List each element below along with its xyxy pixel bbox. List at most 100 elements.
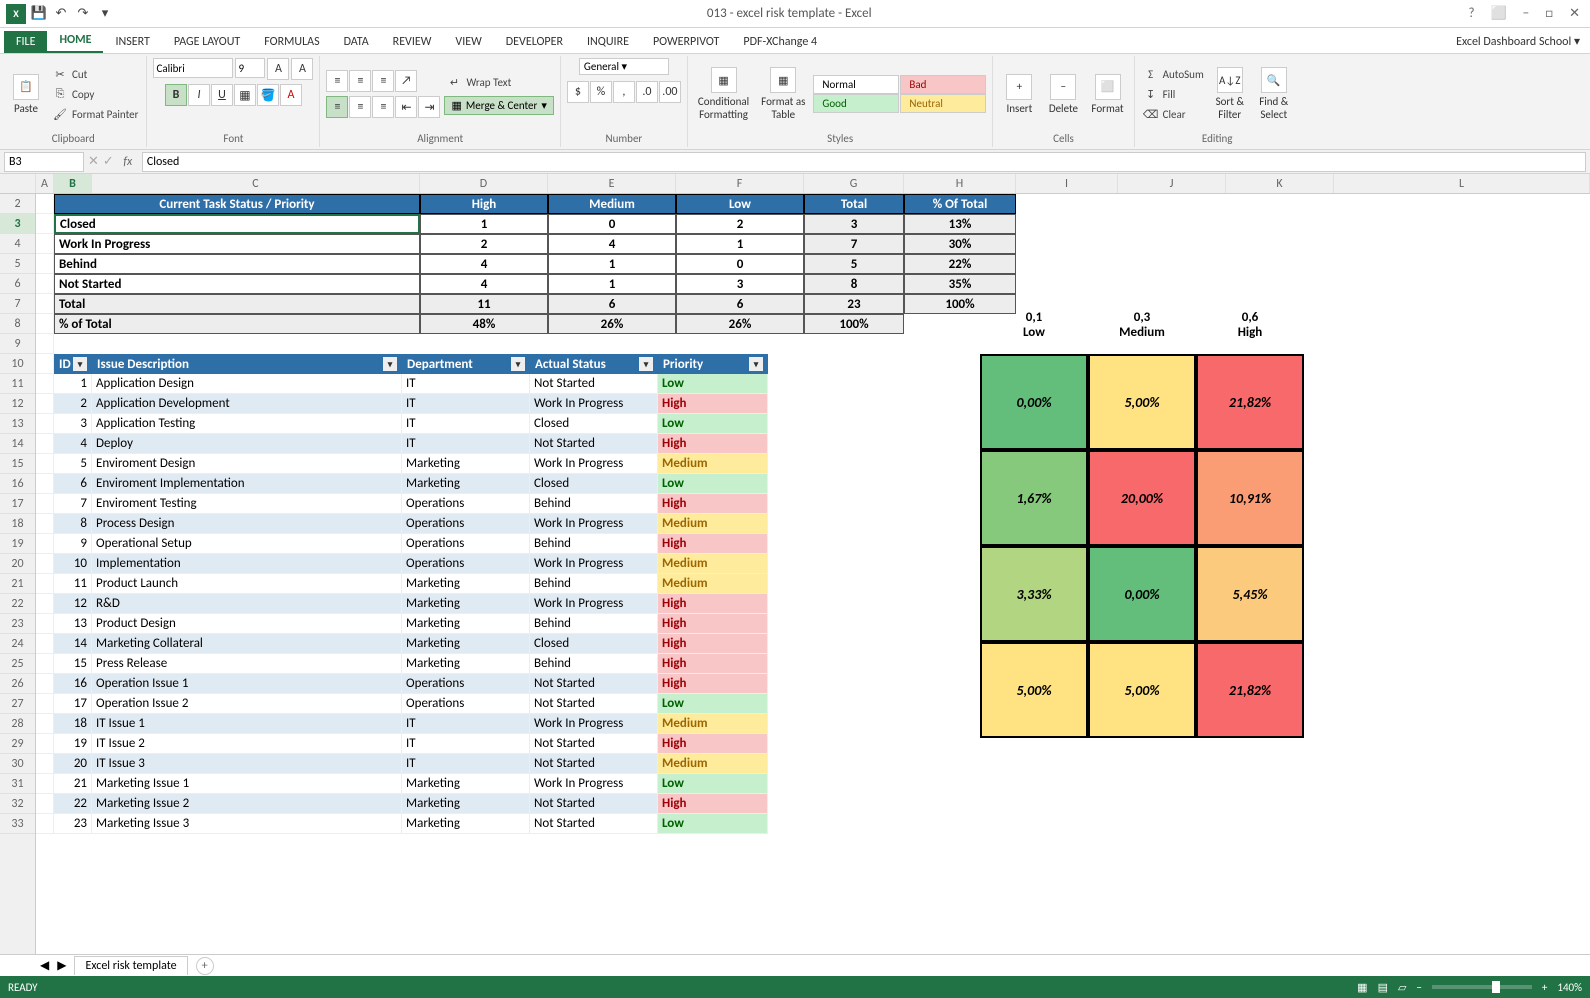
accept-formula-icon[interactable]: ✓ — [103, 154, 114, 169]
issue-id[interactable]: 4 — [54, 434, 92, 454]
cell[interactable] — [36, 614, 54, 634]
issue-priority[interactable]: Medium — [658, 454, 768, 474]
cell[interactable] — [36, 194, 54, 214]
issue-priority[interactable]: Low — [658, 474, 768, 494]
add-sheet-button[interactable]: + — [196, 957, 214, 975]
formula-input[interactable] — [142, 152, 1586, 172]
sort-filter-button[interactable]: A↓ZSort & Filter — [1210, 65, 1250, 123]
tab-inquire[interactable]: INQUIRE — [575, 31, 641, 53]
cell[interactable] — [36, 354, 54, 374]
issue-status[interactable]: Not Started — [530, 434, 658, 454]
issue-dept[interactable]: Marketing — [402, 614, 530, 634]
col-header-F[interactable]: F — [676, 174, 804, 193]
issues-header-id[interactable]: ID▾ — [54, 354, 92, 374]
issue-id[interactable]: 12 — [54, 594, 92, 614]
issue-dept[interactable]: IT — [402, 394, 530, 414]
issue-status[interactable]: Not Started — [530, 374, 658, 394]
issue-dept[interactable]: IT — [402, 734, 530, 754]
issue-dept[interactable]: IT — [402, 434, 530, 454]
copy-button[interactable]: ⎘Copy — [50, 85, 140, 103]
summary-row-high[interactable]: 1 — [420, 214, 548, 234]
cell[interactable] — [36, 374, 54, 394]
summary-row-medium[interactable]: 4 — [548, 234, 676, 254]
tab-developer[interactable]: DEVELOPER — [494, 31, 575, 53]
filter-dropdown-icon[interactable]: ▾ — [73, 357, 87, 371]
cell[interactable] — [36, 534, 54, 554]
issue-dept[interactable]: Marketing — [402, 814, 530, 834]
tab-home[interactable]: HOME — [47, 29, 103, 53]
close-icon[interactable]: ✕ — [1565, 6, 1584, 21]
col-header-B[interactable]: B — [54, 174, 92, 193]
tab-file[interactable]: FILE — [4, 31, 47, 53]
summary-row-low[interactable]: 3 — [676, 274, 804, 294]
issue-status[interactable]: Not Started — [530, 674, 658, 694]
view-normal-icon[interactable]: ▦ — [1357, 981, 1367, 994]
issue-status[interactable]: Behind — [530, 534, 658, 554]
cell[interactable] — [36, 774, 54, 794]
summary-row-pct[interactable]: 30% — [904, 234, 1016, 254]
summary-row-label[interactable]: Behind — [54, 254, 420, 274]
issue-priority[interactable]: Medium — [658, 554, 768, 574]
issue-id[interactable]: 17 — [54, 694, 92, 714]
issue-priority[interactable]: High — [658, 654, 768, 674]
issue-dept[interactable]: Operations — [402, 554, 530, 574]
issue-desc[interactable]: Marketing Issue 1 — [92, 774, 402, 794]
decrease-decimal-button[interactable]: .00 — [659, 81, 681, 103]
heatmap-cell[interactable]: 3,33% — [980, 546, 1088, 642]
zoom-slider[interactable] — [1432, 985, 1532, 989]
issue-desc[interactable]: Implementation — [92, 554, 402, 574]
paste-button[interactable]: 📋Paste — [6, 72, 46, 117]
issue-dept[interactable]: Operations — [402, 534, 530, 554]
issue-desc[interactable]: Enviroment Implementation — [92, 474, 402, 494]
issue-id[interactable]: 3 — [54, 414, 92, 434]
row-header-13[interactable]: 13 — [0, 414, 35, 434]
cell[interactable] — [36, 794, 54, 814]
row-header-3[interactable]: 3 — [0, 214, 35, 234]
issue-status[interactable]: Behind — [530, 614, 658, 634]
align-left-button[interactable]: ≡ — [326, 96, 348, 118]
issue-priority[interactable]: High — [658, 394, 768, 414]
issue-status[interactable]: Closed — [530, 414, 658, 434]
clear-button[interactable]: ⌫Clear — [1141, 105, 1206, 123]
select-all-corner[interactable] — [0, 174, 36, 193]
col-header-L[interactable]: L — [1334, 174, 1590, 193]
summary-row-total[interactable]: 3 — [804, 214, 904, 234]
merge-center-button[interactable]: ▦Merge & Center▾ — [444, 96, 553, 115]
issue-status[interactable]: Work In Progress — [530, 774, 658, 794]
summary-pct-label[interactable]: % of Total — [54, 314, 420, 334]
conditional-formatting-button[interactable]: ▦Conditional Formatting — [694, 65, 753, 123]
summary-row-medium[interactable]: 1 — [548, 274, 676, 294]
issue-dept[interactable]: Marketing — [402, 454, 530, 474]
summary-header-pct[interactable]: % Of Total — [904, 194, 1016, 214]
issue-desc[interactable]: IT Issue 1 — [92, 714, 402, 734]
percent-button[interactable]: % — [590, 81, 612, 103]
issue-dept[interactable]: Operations — [402, 514, 530, 534]
issue-id[interactable]: 8 — [54, 514, 92, 534]
issue-desc[interactable]: Application Development — [92, 394, 402, 414]
fill-color-button[interactable]: 🪣 — [257, 84, 279, 106]
issue-priority[interactable]: Low — [658, 414, 768, 434]
cell[interactable] — [36, 654, 54, 674]
cell[interactable] — [36, 734, 54, 754]
col-header-G[interactable]: G — [804, 174, 904, 193]
issue-status[interactable]: Not Started — [530, 814, 658, 834]
cell[interactable] — [36, 314, 54, 334]
row-header-26[interactable]: 26 — [0, 674, 35, 694]
issue-id[interactable]: 11 — [54, 574, 92, 594]
cell[interactable]: 100% — [804, 314, 904, 334]
format-cells-button[interactable]: ⬜Format — [1087, 72, 1127, 117]
summary-row-high[interactable]: 4 — [420, 274, 548, 294]
comma-button[interactable]: , — [613, 81, 635, 103]
issue-id[interactable]: 21 — [54, 774, 92, 794]
issue-desc[interactable]: Application Design — [92, 374, 402, 394]
issue-id[interactable]: 18 — [54, 714, 92, 734]
sheet-nav-prev-icon[interactable]: ◀ — [40, 958, 49, 973]
zoom-in-button[interactable]: + — [1542, 981, 1547, 994]
heatmap-cell[interactable]: 5,00% — [1088, 642, 1196, 738]
issue-priority[interactable]: High — [658, 594, 768, 614]
cell[interactable]: 6 — [676, 294, 804, 314]
summary-header-high[interactable]: High — [420, 194, 548, 214]
issues-header-desc[interactable]: Issue Description▾ — [92, 354, 402, 374]
issue-priority[interactable]: Medium — [658, 574, 768, 594]
cell[interactable]: 6 — [548, 294, 676, 314]
